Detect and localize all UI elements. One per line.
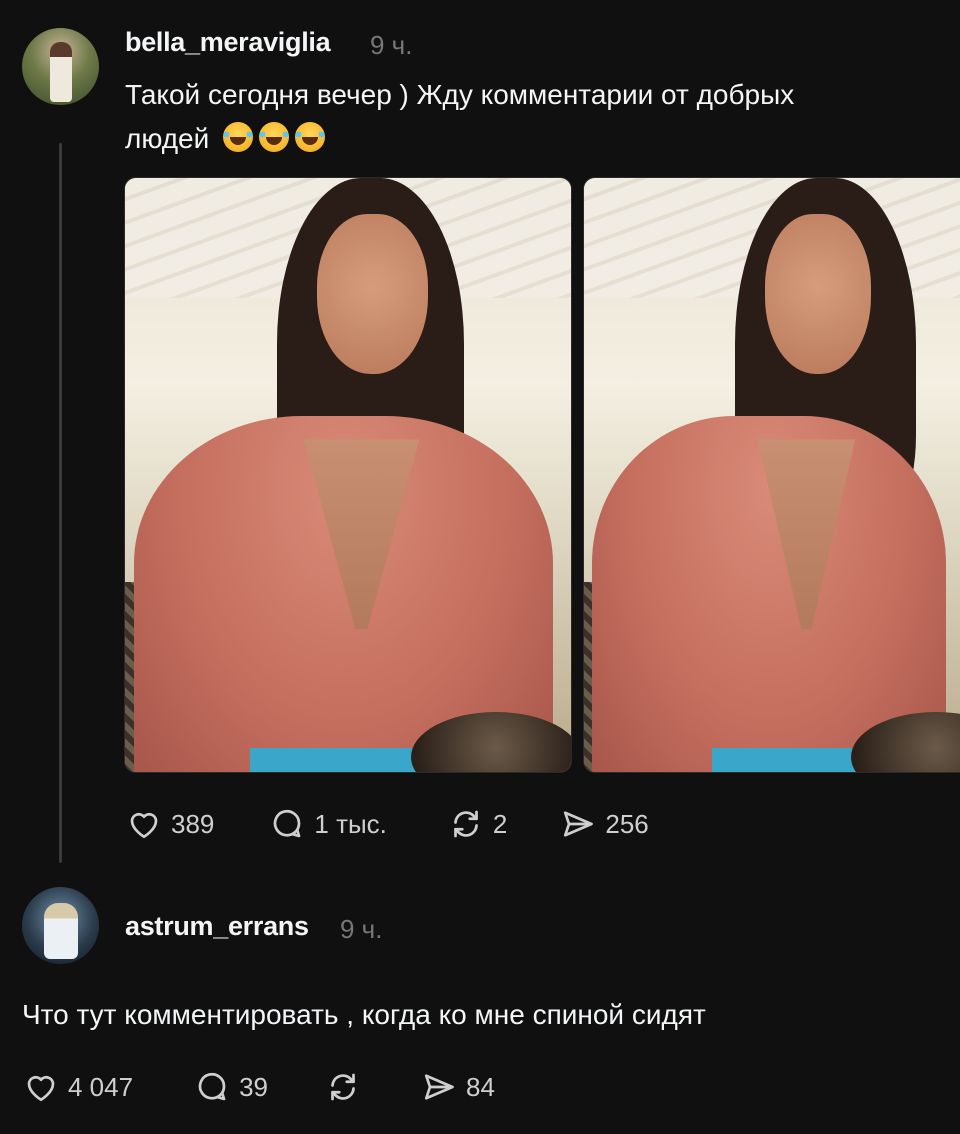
reply-text: Что тут комментировать , когда ко мне сп… [22, 999, 706, 1030]
post-text-line1: Такой сегодня вечер ) Жду комментарии от… [125, 79, 795, 110]
comment-button[interactable]: 1 тыс. [268, 806, 387, 842]
share-count: 84 [466, 1071, 495, 1102]
thread-line [59, 143, 62, 863]
heart-icon [27, 1075, 55, 1102]
reply-avatar[interactable] [22, 887, 99, 964]
send-icon [424, 1074, 454, 1100]
repost-icon [454, 810, 478, 838]
post-image-2[interactable] [583, 177, 960, 773]
post-text-line2: людей [125, 117, 794, 161]
tears-of-joy-emoji-icon [223, 122, 254, 152]
avatar-image [44, 903, 78, 959]
post-username[interactable]: bella_meraviglia [125, 27, 331, 58]
repost-count: 2 [492, 808, 508, 839]
repost-button[interactable]: 2 [447, 806, 507, 842]
share-button[interactable]: 256 [559, 806, 649, 842]
avatar-image [50, 42, 72, 102]
post-text-line2-text: людей [125, 123, 210, 154]
post-text: Такой сегодня вечер ) Жду комментарии от… [125, 73, 794, 161]
reply-username[interactable]: astrum_errans [125, 911, 309, 942]
comment-count: 39 [239, 1071, 268, 1102]
heart-icon [130, 812, 158, 839]
send-icon [564, 811, 594, 837]
reply-actions: 4 047 39 84 [22, 1069, 495, 1105]
like-count: 389 [171, 808, 215, 839]
like-count: 4 047 [68, 1071, 134, 1102]
share-count: 256 [605, 808, 649, 839]
share-button[interactable]: 84 [420, 1069, 495, 1105]
repost-icon [331, 1073, 355, 1101]
comment-count: 1 тыс. [314, 808, 387, 839]
post-image-1[interactable] [124, 177, 572, 773]
repost-button[interactable] [324, 1069, 370, 1105]
reply-timestamp: 9 ч. [340, 914, 383, 944]
like-button[interactable]: 4 047 [22, 1069, 133, 1105]
comment-bubble-icon [274, 809, 301, 838]
comment-bubble-icon [198, 1072, 226, 1101]
post-actions: 389 1 тыс. 2 256 [125, 806, 649, 842]
tears-of-joy-emoji-icon [295, 122, 326, 152]
tears-of-joy-emoji-icon [259, 122, 290, 152]
like-button[interactable]: 389 [125, 806, 214, 842]
post-timestamp: 9 ч. [370, 30, 413, 60]
comment-button[interactable]: 39 [193, 1069, 268, 1105]
avatar[interactable] [22, 28, 99, 105]
